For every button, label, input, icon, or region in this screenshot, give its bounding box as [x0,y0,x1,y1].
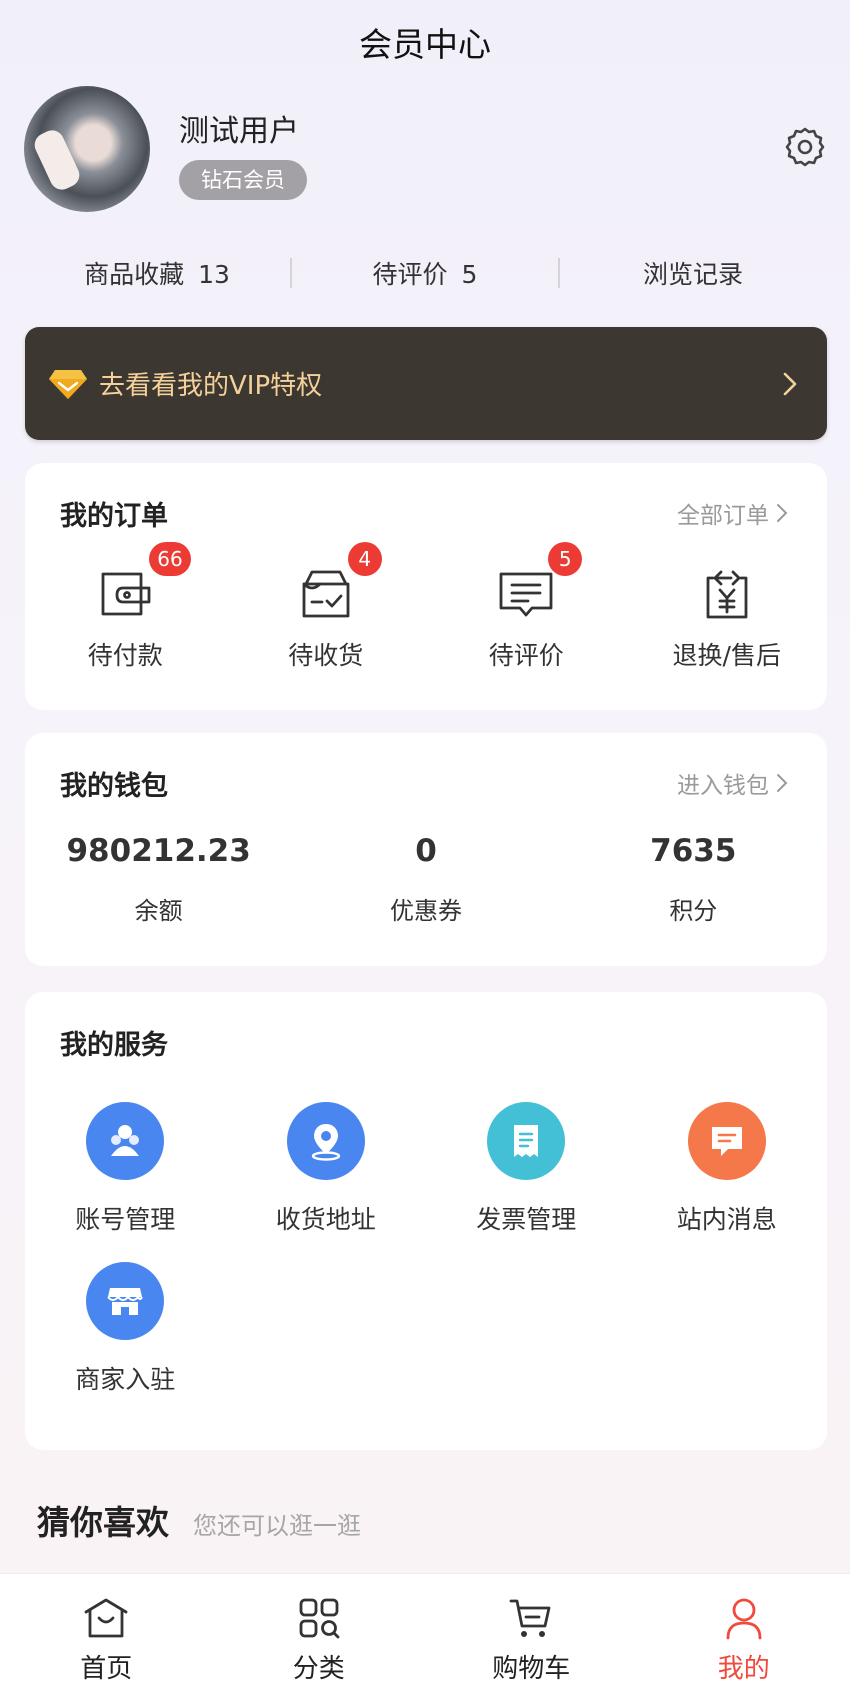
stat-pending-review[interactable]: 待评价 5 [292,255,558,291]
refund-icon [706,570,748,619]
user-icon [726,1598,762,1640]
chevron-right-icon [777,774,788,792]
category-icon [299,1598,340,1639]
service-site-messages[interactable]: 站内消息 [627,1102,828,1236]
settings-gear-icon[interactable] [784,126,826,168]
enter-wallet-link[interactable]: 进入钱包 [677,766,789,800]
order-pending-payment[interactable]: 66 待付款 [25,542,226,672]
username: 测试用户 [179,114,299,149]
vip-banner[interactable]: 去看看我的VIP特权 [25,327,827,440]
page-title: 会员中心 [359,25,491,64]
cart-icon [509,1599,551,1637]
home-icon [84,1598,128,1638]
wallet-points[interactable]: 7635 积分 [560,833,827,926]
orders-title: 我的订单 [60,500,168,532]
location-pin-icon [286,1102,365,1180]
tab-home[interactable]: 首页 [0,1574,213,1700]
stats-bar: 商品收藏 13 待评价 5 浏览记录 [24,240,826,306]
recommendations-header: 猜你喜欢 您还可以逛一逛 [37,1496,361,1544]
store-icon [86,1262,165,1340]
order-badge: 4 [347,542,382,576]
service-invoice-management[interactable]: 发票管理 [426,1102,627,1236]
order-refund-aftersale[interactable]: 退换/售后 [627,568,828,672]
recommendations-subtitle: 您还可以逛一逛 [193,1512,361,1540]
nav-bar: 会员中心 [0,0,850,84]
bottom-tab-bar: 首页 分类 购物车 我的 [0,1573,850,1700]
order-badge: 5 [548,542,583,576]
order-badge: 66 [149,542,191,576]
wallet-title: 我的钱包 [60,770,168,802]
chevron-right-icon [783,372,797,395]
member-level-badge: 钻石会员 [179,160,307,200]
diamond-icon [49,369,87,399]
avatar[interactable] [24,86,150,212]
service-merchant-entry[interactable]: 商家入驻 [25,1262,226,1396]
order-pending-review[interactable]: 5 待评价 [426,542,627,672]
profile-header: 测试用户 钻石会员 [24,86,826,212]
recommendations-title: 猜你喜欢 [37,1503,169,1542]
service-shipping-address[interactable]: 收货地址 [226,1102,427,1236]
all-orders-link[interactable]: 全部订单 [677,496,789,530]
box-check-icon [302,570,350,618]
tab-category[interactable]: 分类 [213,1574,426,1700]
vip-banner-text: 去看看我的VIP特权 [99,371,323,401]
wallet-coupons[interactable]: 0 优惠券 [292,833,559,926]
orders-card: 我的订单 全部订单 66 待付款 4 待收货 5 待评价 退换/售后 [25,463,827,710]
stat-favorites[interactable]: 商品收藏 13 [24,255,290,291]
comment-icon [499,572,553,617]
stat-history[interactable]: 浏览记录 [560,255,826,291]
wallet-icon [101,572,151,616]
services-card: 我的服务 账号管理 收货地址 发票管理 站内消息 商家入驻 [25,992,827,1450]
tab-mine[interactable]: 我的 [638,1574,850,1700]
tab-cart[interactable]: 购物车 [425,1574,638,1700]
wallet-balance[interactable]: 980212.23 余额 [25,833,292,926]
chevron-right-icon [777,504,788,522]
account-icon [86,1102,165,1180]
message-icon [687,1102,766,1180]
wallet-card: 我的钱包 进入钱包 980212.23 余额 0 优惠券 7635 积分 [25,733,827,966]
service-account-management[interactable]: 账号管理 [25,1102,226,1236]
invoice-icon [487,1102,566,1180]
order-pending-receipt[interactable]: 4 待收货 [226,542,427,672]
services-title: 我的服务 [60,1029,168,1061]
